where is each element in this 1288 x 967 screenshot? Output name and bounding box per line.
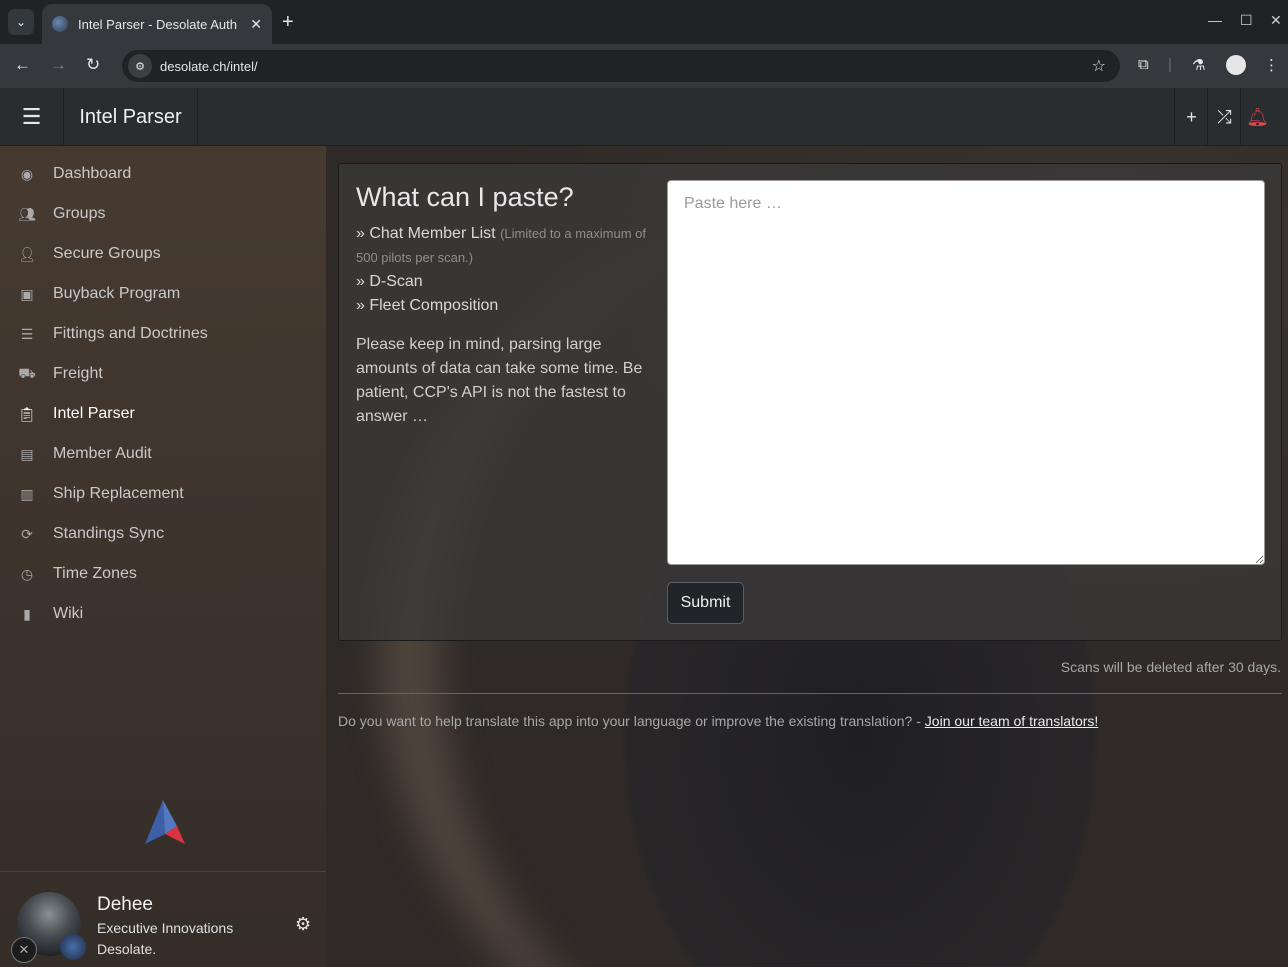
sidebar-toggle-button[interactable]: ☰ <box>0 88 64 146</box>
sidebar-item-wiki[interactable]: ▮ Wiki <box>0 594 326 634</box>
forward-icon[interactable]: → <box>50 55 67 75</box>
extensions-icon[interactable]: ⧉ <box>1138 56 1149 73</box>
sidebar-item-secure-groups[interactable]: 👤︎ Secure Groups <box>0 234 326 274</box>
sidebar-item-label: Secure Groups <box>53 245 161 262</box>
maximize-icon[interactable]: ☐ <box>1240 12 1253 29</box>
sidebar-item-label: Wiki <box>53 605 84 622</box>
divider <box>338 693 1282 694</box>
sync-icon: ⟳ <box>21 525 33 542</box>
sidebar-item-buyback-program[interactable]: ▣ Buyback Program <box>0 274 326 314</box>
sidebar-item-label: Standings Sync <box>53 525 165 542</box>
sidebar-item-ship-replacement[interactable]: ▥ Ship Replacement <box>0 474 326 514</box>
book-icon: ▮ <box>23 605 31 622</box>
list-icon: ☰ <box>20 325 34 342</box>
list-item: » D-Scan <box>356 273 423 290</box>
user-alliance: Desolate. <box>97 941 157 957</box>
sidebar-item-label: Member Audit <box>53 445 152 462</box>
users-icon: 👥︎ <box>18 205 36 222</box>
add-button[interactable]: + <box>1174 88 1208 146</box>
sidebar: ◉ Dashboard 👥︎ Groups 👤︎ Secure Groups ▣… <box>0 146 326 967</box>
more-menu-icon[interactable]: ⋮ <box>1264 56 1279 74</box>
close-window-icon[interactable]: ✕ <box>1270 12 1282 29</box>
tab-search-button[interactable]: ⌄ <box>8 9 34 35</box>
sidebar-item-label: Intel Parser <box>53 405 135 422</box>
alliance-logo-icon <box>145 800 185 844</box>
bookmark-star-icon[interactable]: ☆ <box>1092 56 1106 76</box>
translation-footer: Do you want to help translate this app i… <box>338 713 1098 729</box>
sidebar-item-standings-sync[interactable]: ⟳ Standings Sync <box>0 514 326 554</box>
user-lock-icon: 👤︎ <box>18 245 36 262</box>
list-item: » Fleet Composition <box>356 297 499 314</box>
site-info-icon[interactable]: ⚙ <box>128 54 152 78</box>
favicon-icon <box>52 16 68 32</box>
top-navbar: ☰ Intel Parser + ⤮ 🔔︎ <box>0 88 1288 146</box>
sidebar-item-label: Buyback Program <box>53 285 181 302</box>
user-name: Dehee <box>97 894 153 915</box>
plus-icon: + <box>1186 106 1197 127</box>
sidebar-item-label: Groups <box>53 205 106 222</box>
help-paragraph: Please keep in mind, parsing large amoun… <box>356 336 643 425</box>
dashboard-icon: ◉ <box>20 165 34 182</box>
plus-icon[interactable]: + <box>282 10 294 34</box>
address-bar[interactable]: ⚙ desolate.ch/intel/ ☆ <box>122 50 1120 82</box>
close-icon[interactable]: ✕ <box>250 16 262 33</box>
reload-icon[interactable]: ↻ <box>86 55 100 75</box>
browser-tab[interactable]: Intel Parser - Desolate Auth ✕ <box>42 4 272 44</box>
page-title: Intel Parser <box>64 88 198 146</box>
paste-textarea[interactable] <box>667 180 1265 565</box>
chevron-down-icon: ⌄ <box>15 15 27 29</box>
clipboard-icon: 📋︎ <box>18 405 36 422</box>
sidebar-item-freight[interactable]: ⛟ Freight <box>0 354 326 394</box>
profile-icon[interactable] <box>1226 55 1246 75</box>
sidebar-item-label: Time Zones <box>53 565 137 582</box>
sidebar-menu: ◉ Dashboard 👥︎ Groups 👤︎ Secure Groups ▣… <box>0 154 326 634</box>
sidebar-item-fittings-and-doctrines[interactable]: ☰ Fittings and Doctrines <box>0 314 326 354</box>
paste-types-list: » Chat Member List (Limited to a maximum… <box>356 222 646 318</box>
page: ☰ Intel Parser + ⤮ 🔔︎ ◉ Dashboard 👥︎ Gro… <box>0 88 1288 967</box>
translators-link[interactable]: Join our team of translators! <box>925 713 1099 729</box>
notifications-button[interactable]: 🔔︎ <box>1240 88 1274 146</box>
user-corporation: Executive Innovations <box>97 920 234 936</box>
gear-icon[interactable]: ⚙ <box>295 914 311 935</box>
minimize-icon[interactable]: — <box>1208 12 1222 28</box>
alliance-badge-icon <box>60 934 86 960</box>
sidebar-item-member-audit[interactable]: ▤ Member Audit <box>0 434 326 474</box>
translation-text: Do you want to help translate this app i… <box>338 713 925 729</box>
sidebar-item-label: Dashboard <box>53 165 132 182</box>
scan-retention-note: Scans will be deleted after 30 days. <box>1060 659 1281 675</box>
help-title: What can I paste? <box>356 182 574 212</box>
user-panel: ✕ Dehee Executive Innovations Desolate. … <box>0 871 326 967</box>
sidebar-item-dashboard[interactable]: ◉ Dashboard <box>0 154 326 194</box>
tab-title: Intel Parser - Desolate Auth <box>78 16 237 32</box>
switch-character-button[interactable]: ⤮ <box>1207 88 1241 146</box>
sidebar-item-label: Ship Replacement <box>53 485 184 502</box>
browser-tabbar: ⌄ Intel Parser - Desolate Auth ✕ + — ☐ ✕ <box>0 0 1288 44</box>
intel-parser-card: What can I paste? » Chat Member List (Li… <box>338 163 1282 641</box>
browser-toolbar: ← → ↻ ⚙ desolate.ch/intel/ ☆ ⧉ | ⚗ ⋮ <box>0 44 1288 88</box>
submit-button[interactable]: Submit <box>667 582 744 624</box>
sidebar-item-groups[interactable]: 👥︎ Groups <box>0 194 326 234</box>
id-card-icon: ▤ <box>20 445 34 462</box>
store-icon: ▣ <box>20 285 34 302</box>
list-item-label: » Chat Member List <box>356 225 496 242</box>
url-text[interactable]: desolate.ch/intel/ <box>160 59 1092 74</box>
corporation-logo-icon: ✕ <box>11 937 37 963</box>
money-icon: ▥ <box>20 485 34 502</box>
toolbar-divider: | <box>1168 56 1172 73</box>
sidebar-item-label: Fittings and Doctrines <box>53 325 208 342</box>
list-item: » Chat Member List (Limited to a maximum… <box>356 222 646 270</box>
truck-icon: ⛟ <box>18 364 36 381</box>
sidebar-item-intel-parser[interactable]: 📋︎ Intel Parser <box>0 394 326 434</box>
sidebar-item-label: Freight <box>53 365 103 382</box>
labs-flask-icon[interactable]: ⚗ <box>1192 56 1205 74</box>
back-icon[interactable]: ← <box>14 55 31 75</box>
hamburger-icon: ☰ <box>21 104 42 129</box>
shuffle-icon: ⤮ <box>1217 106 1232 127</box>
bell-icon: 🔔︎ <box>1246 106 1269 127</box>
sidebar-item-time-zones[interactable]: ◷ Time Zones <box>0 554 326 594</box>
clock-icon: ◷ <box>20 565 34 582</box>
